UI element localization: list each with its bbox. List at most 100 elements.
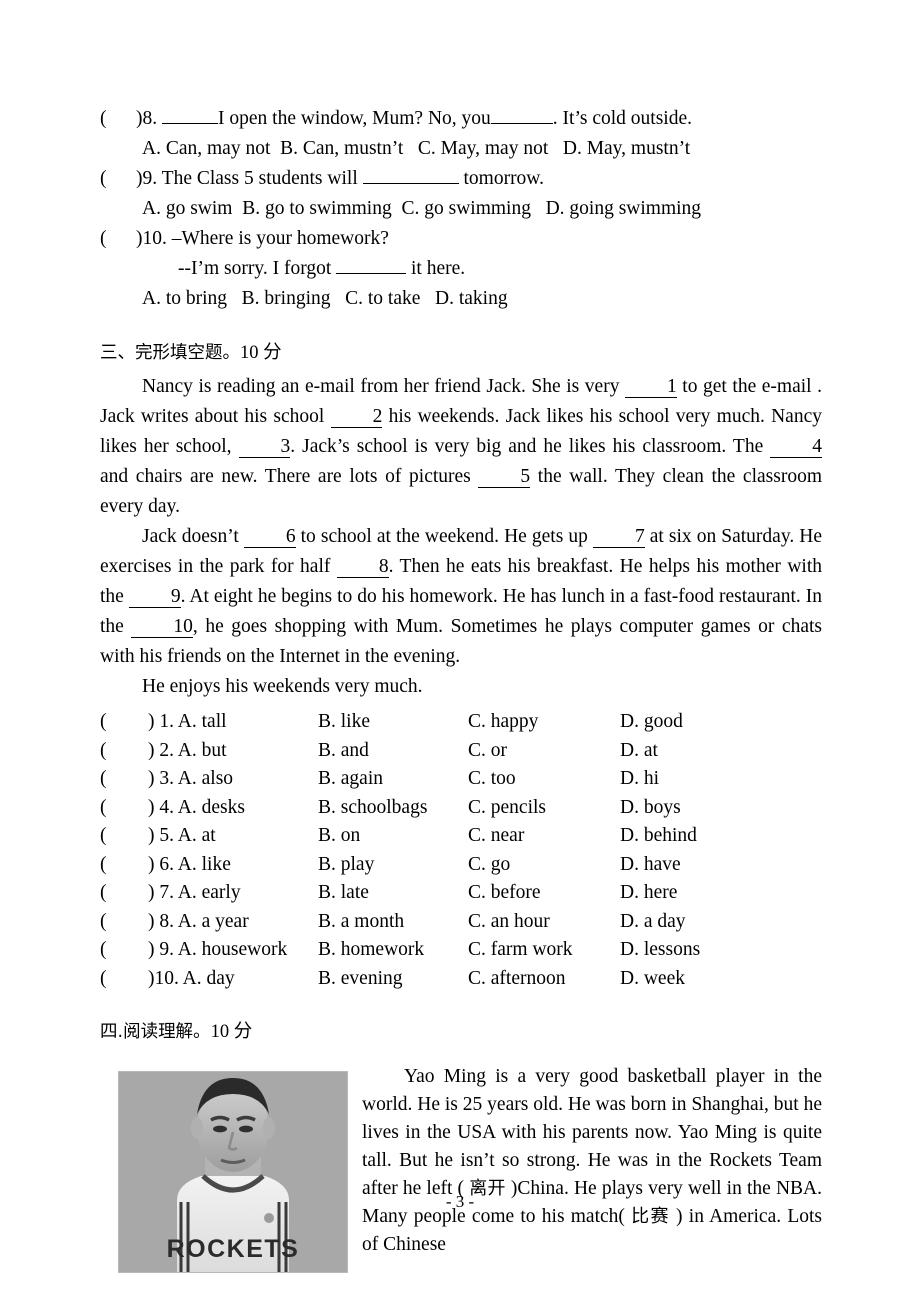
section-heading-cloze-label: 三、完形填空题。 [100, 343, 240, 363]
option-d[interactable]: D. a day [620, 908, 686, 937]
question-10-text-line1: –Where is your homework? [171, 228, 389, 249]
cloze-blank-5[interactable]: 5 [478, 467, 531, 488]
cloze-blank-1[interactable]: 1 [625, 377, 677, 398]
option-a[interactable]: ) 9. A. housework [148, 936, 318, 965]
cloze-p2-text-2: to school at the weekend. He gets up [295, 526, 593, 547]
option-b[interactable]: B. homework [318, 936, 468, 965]
answer-bracket-q9[interactable]: ( [100, 164, 136, 194]
option-d[interactable]: D. lessons [620, 936, 700, 965]
answer-bracket[interactable]: ( [100, 737, 148, 766]
question-9-options[interactable]: A. go swim B. go to swimming C. go swimm… [100, 194, 822, 224]
exam-page: ()8. I open the window, Mum? No, you. It… [0, 0, 920, 1300]
option-a[interactable]: ) 8. A. a year [148, 908, 318, 937]
jersey-wordmark: ROCKETS [167, 1235, 300, 1263]
option-a[interactable]: )10. A. day [148, 965, 318, 994]
cloze-p1-text-1: Nancy is reading an e-mail from her frie… [142, 376, 625, 397]
option-d[interactable]: D. have [620, 851, 681, 880]
cloze-option-row: () 6. A. like B. play C. go D. have [100, 851, 822, 880]
answer-bracket[interactable]: ( [100, 765, 148, 794]
answer-bracket[interactable]: ( [100, 908, 148, 937]
cloze-blank-2[interactable]: 2 [330, 407, 383, 428]
page-content: ()8. I open the window, Mum? No, you. It… [100, 104, 822, 1273]
answer-bracket[interactable]: ( [100, 822, 148, 851]
option-b[interactable]: B. again [318, 765, 468, 794]
cloze-paragraph-3: He enjoys his weekends very much. [142, 676, 423, 697]
answer-bracket[interactable]: ( [100, 936, 148, 965]
option-b[interactable]: B. like [318, 708, 468, 737]
cloze-option-row: () 4. A. desks B. schoolbags C. pencils D. … [100, 794, 822, 823]
cloze-blank-3[interactable]: 3 [238, 437, 291, 458]
blank-rule-q8-b [490, 107, 553, 124]
option-a[interactable]: ) 7. A. early [148, 879, 318, 908]
option-d[interactable]: D. here [620, 879, 677, 908]
answer-bracket-q8[interactable]: ( [100, 104, 136, 134]
cloze-blank-6[interactable]: 6 [243, 527, 296, 548]
cloze-option-row: () 9. A. housework B. homework C. farm wor… [100, 936, 822, 965]
option-b[interactable]: B. evening [318, 965, 468, 994]
cloze-p1-text-4: . Jack’s school is very big and he likes… [290, 436, 771, 457]
cloze-blank-7[interactable]: 7 [592, 527, 645, 548]
option-d[interactable]: D. behind [620, 822, 697, 851]
cloze-p2-text-6: , he goes shopping with Mum. Sometimes h… [100, 616, 822, 667]
option-c[interactable]: C. go [468, 851, 620, 880]
answer-bracket-q10[interactable]: ( [100, 224, 136, 254]
option-d[interactable]: D. week [620, 965, 685, 994]
section-heading-cloze-score: 10 分 [240, 343, 282, 363]
cloze-option-row: () 1. A. tall B. like C. happy D. good [100, 708, 822, 737]
option-a[interactable]: ) 6. A. like [148, 851, 318, 880]
cloze-p2-text-1: Jack doesn’t [142, 526, 244, 547]
option-c[interactable]: C. before [468, 879, 620, 908]
option-d[interactable]: D. boys [620, 794, 681, 823]
cloze-blank-10[interactable]: 10 [131, 617, 193, 638]
cloze-blank-8[interactable]: 8 [336, 557, 389, 578]
cloze-blank-9[interactable]: 9 [128, 587, 181, 608]
cloze-answer-options: () 1. A. tall B. like C. happy D. good () 2… [100, 708, 822, 993]
answer-bracket[interactable]: ( [100, 879, 148, 908]
option-b[interactable]: B. and [318, 737, 468, 766]
question-10-options[interactable]: A. to bring B. bringing C. to take D. ta… [100, 284, 822, 314]
option-a[interactable]: ) 4. A. desks [148, 794, 318, 823]
option-c[interactable]: C. farm work [468, 936, 620, 965]
option-a[interactable]: ) 3. A. also [148, 765, 318, 794]
question-9-text-before: The Class 5 students will [161, 168, 363, 189]
cloze-option-row: () 2. A. but B. and C. or D. at [100, 737, 822, 766]
option-c[interactable]: C. or [468, 737, 620, 766]
option-c[interactable]: C. an hour [468, 908, 620, 937]
cloze-option-row: () 8. A. a year B. a month C. an hour D. a … [100, 908, 822, 937]
option-a[interactable]: ) 5. A. at [148, 822, 318, 851]
yao-ming-photo-graphic: ROCKETS [119, 1072, 347, 1272]
question-8-stem: ()8. I open the window, Mum? No, you . It… [100, 104, 822, 134]
option-b[interactable]: B. on [318, 822, 468, 851]
option-a[interactable]: ) 1. A. tall [148, 708, 318, 737]
question-10-stem: ()10. –Where is your homework? [100, 224, 822, 254]
option-b[interactable]: B. play [318, 851, 468, 880]
cloze-option-row: () 3. A. also B. again C. too D. hi [100, 765, 822, 794]
answer-bracket[interactable]: ( [100, 965, 148, 994]
option-b[interactable]: B. schoolbags [318, 794, 468, 823]
question-8-options[interactable]: A. Can, may not B. Can, mustn’t C. May, … [100, 134, 822, 164]
option-b[interactable]: B. late [318, 879, 468, 908]
question-9-stem: ()9. The Class 5 students will tomorrow. [100, 164, 822, 194]
cloze-blank-4[interactable]: 4 [770, 437, 822, 458]
answer-bracket[interactable]: ( [100, 794, 148, 823]
reading-passage-text: Yao Ming is a very good basketball playe… [362, 1063, 822, 1259]
blank-rule-q8-a [162, 107, 218, 124]
cloze-paragraph-1: Nancy is reading an e-mail from her frie… [100, 372, 822, 522]
option-d[interactable]: D. good [620, 708, 683, 737]
option-c[interactable]: C. happy [468, 708, 620, 737]
answer-bracket[interactable]: ( [100, 851, 148, 880]
answer-bracket[interactable]: ( [100, 708, 148, 737]
option-c[interactable]: C. pencils [468, 794, 620, 823]
section-heading-reading-label: 四.阅读理解。 [100, 1022, 211, 1042]
option-a[interactable]: ) 2. A. but [148, 737, 318, 766]
blank-rule-q9 [362, 167, 459, 184]
cloze-p1-text-5: and chairs are new. There are lots of pi… [100, 466, 479, 487]
option-d[interactable]: D. at [620, 737, 658, 766]
option-c[interactable]: C. too [468, 765, 620, 794]
option-d[interactable]: D. hi [620, 765, 659, 794]
option-c[interactable]: C. afternoon [468, 965, 620, 994]
section-heading-reading-score: 10 分 [210, 1022, 253, 1042]
option-c[interactable]: C. near [468, 822, 620, 851]
question-10-text-before: --I’m sorry. I forgot [178, 258, 337, 279]
option-b[interactable]: B. a month [318, 908, 468, 937]
